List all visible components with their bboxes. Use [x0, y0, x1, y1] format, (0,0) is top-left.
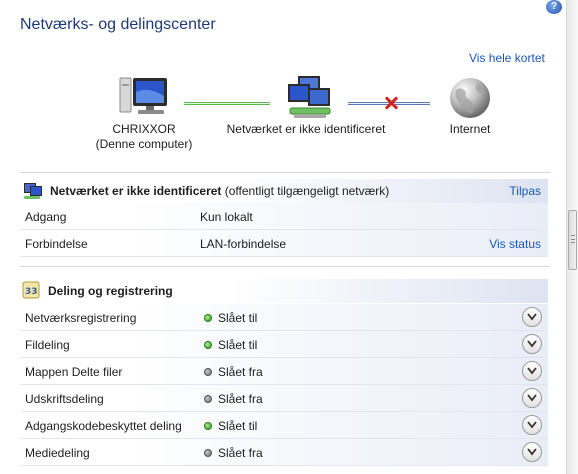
- internet-node-label[interactable]: Internet: [440, 122, 500, 137]
- sharing-row-status: Slået til: [218, 311, 258, 325]
- status-off-icon: [204, 395, 212, 403]
- view-status-link[interactable]: Vis status: [489, 237, 541, 251]
- status-on-icon: [204, 314, 212, 322]
- network-node-label[interactable]: Netværket er ikke identificeret: [216, 122, 396, 137]
- vertical-scrollbar[interactable]: [566, 0, 578, 474]
- sharing-row-label: Netværksregistrering: [25, 311, 137, 325]
- status-on-icon: [204, 422, 212, 430]
- svg-text:33: 33: [25, 287, 38, 297]
- disconnected-x-icon: [383, 95, 399, 111]
- view-full-map-link[interactable]: Vis hele kortet: [469, 51, 545, 65]
- sharing-row-status: Slået fra: [218, 392, 263, 406]
- network-map: CHRIXXOR (Denne computer) Netværket er i…: [0, 70, 566, 160]
- network-heading: Netværket er ikke identificeret (offentl…: [50, 184, 389, 198]
- globe-icon: [450, 78, 490, 118]
- sharing-row-label: Adgangskodebeskyttet deling: [25, 419, 182, 433]
- access-label: Adgang: [25, 210, 67, 224]
- help-button[interactable]: ?: [546, 0, 562, 14]
- scrollbar-thumb[interactable]: [568, 210, 577, 270]
- sharing-row-status: Slået til: [218, 419, 258, 433]
- expand-chevron-button[interactable]: [522, 307, 542, 327]
- chevron-down-icon: [527, 340, 537, 348]
- sharing-row[interactable]: Udskriftsdeling Slået fra: [20, 385, 548, 412]
- sharing-row[interactable]: Mediedeling Slået fra: [20, 439, 548, 466]
- sharing-heading: Deling og registrering: [48, 284, 173, 298]
- computer-node[interactable]: CHRIXXOR (Denne computer): [84, 122, 204, 152]
- computer-icon: [119, 77, 167, 114]
- sharing-icon: 33: [22, 281, 40, 299]
- network-small-icon: [24, 183, 42, 199]
- sharing-row[interactable]: Mappen Delte filer Slået fra: [20, 358, 548, 385]
- divider: [20, 172, 550, 173]
- page-title: Netværks- og delingscenter: [20, 16, 216, 33]
- network-name: Netværket er ikke identificeret: [50, 184, 222, 198]
- connection-line-local: [184, 102, 270, 105]
- sharing-row-status: Slået til: [218, 338, 258, 352]
- expand-chevron-button[interactable]: [522, 361, 542, 381]
- expand-chevron-button[interactable]: [522, 334, 542, 354]
- sharing-row[interactable]: Netværksregistrering Slået til: [20, 304, 548, 331]
- sharing-row[interactable]: Fildeling Slået til: [20, 331, 548, 358]
- chevron-down-icon: [527, 367, 537, 375]
- sharing-row-label: Udskriftsdeling: [25, 392, 104, 406]
- scrollbar-grip-icon: [571, 235, 575, 243]
- computer-subtitle: (Denne computer): [95, 137, 193, 151]
- network-icon: [288, 76, 331, 118]
- network-type: (offentligt tilgængeligt netværk): [224, 184, 390, 198]
- chevron-down-icon: [527, 394, 537, 402]
- sharing-section-header: 33 Deling og registrering: [20, 279, 548, 303]
- status-on-icon: [204, 341, 212, 349]
- chevron-down-icon: [527, 313, 537, 321]
- sharing-row-label: Mappen Delte filer: [25, 365, 123, 379]
- expand-chevron-button[interactable]: [522, 442, 542, 462]
- sharing-row-label: Mediedeling: [25, 446, 90, 460]
- status-off-icon: [204, 368, 212, 376]
- status-off-icon: [204, 449, 212, 457]
- sharing-row-label: Fildeling: [25, 338, 70, 352]
- sharing-row-status: Slået fra: [218, 365, 263, 379]
- expand-chevron-button[interactable]: [522, 415, 542, 435]
- sharing-row[interactable]: Adgangskodebeskyttet deling Slået til: [20, 412, 548, 439]
- computer-name: CHRIXXOR: [112, 122, 176, 136]
- chevron-down-icon: [527, 421, 537, 429]
- expand-chevron-button[interactable]: [522, 388, 542, 408]
- connection-value: LAN-forbindelse: [200, 237, 287, 251]
- connection-row: Forbindelse LAN-forbindelse Vis status: [20, 230, 548, 257]
- access-row: Adgang Kun lokalt: [20, 203, 548, 230]
- access-value: Kun lokalt: [200, 210, 253, 224]
- divider: [20, 266, 550, 267]
- chevron-down-icon: [527, 448, 537, 456]
- connection-label: Forbindelse: [25, 237, 88, 251]
- customize-link[interactable]: Tilpas: [509, 184, 541, 198]
- sharing-row-status: Slået fra: [218, 446, 263, 460]
- network-section-header: Netværket er ikke identificeret (offentl…: [20, 179, 548, 203]
